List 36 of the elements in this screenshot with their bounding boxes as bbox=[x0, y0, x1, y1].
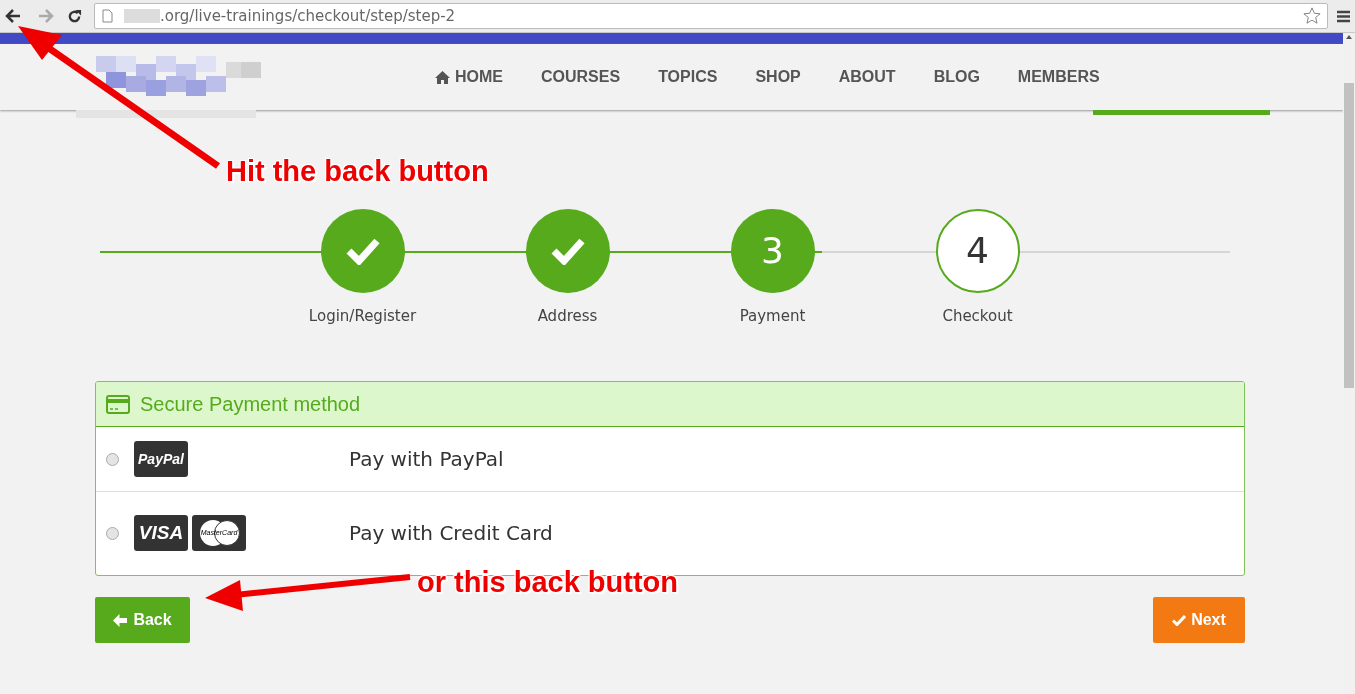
card-logo: PayPal bbox=[134, 441, 188, 477]
blurred-domain bbox=[124, 9, 160, 23]
address-bar[interactable]: .org/live-trainings/checkout/step/step-2 bbox=[94, 3, 1328, 29]
nav-link[interactable]: BLOG bbox=[933, 65, 980, 89]
annotation-text: or this back button bbox=[417, 565, 678, 600]
step-label: Address bbox=[537, 306, 598, 327]
forward-icon[interactable] bbox=[38, 9, 54, 23]
step-label: Login/Register bbox=[308, 306, 417, 327]
step-label: Payment bbox=[739, 306, 806, 327]
check-icon bbox=[1172, 614, 1187, 626]
url-text: .org/live-trainings/checkout/step/step-2 bbox=[160, 8, 456, 24]
nav-link[interactable]: MEMBERS bbox=[1017, 65, 1100, 89]
menu-icon[interactable] bbox=[1337, 9, 1350, 23]
arrow-left-icon bbox=[113, 613, 128, 627]
radio-button[interactable] bbox=[106, 452, 119, 466]
option-label[interactable]: Pay with PayPal bbox=[349, 444, 504, 474]
back-icon[interactable] bbox=[5, 9, 21, 23]
nav-link[interactable]: COURSES bbox=[541, 65, 621, 89]
page-icon bbox=[102, 9, 113, 23]
star-icon[interactable] bbox=[1303, 7, 1321, 25]
panel-title: Secure Payment method bbox=[140, 392, 361, 417]
annotation-text: Hit the back button bbox=[226, 154, 489, 189]
radio-button[interactable] bbox=[106, 526, 119, 540]
nav-link[interactable]: TOPICS bbox=[658, 65, 718, 89]
check-icon bbox=[549, 237, 586, 265]
reload-icon[interactable] bbox=[67, 8, 82, 24]
home-icon bbox=[435, 70, 450, 84]
nav-link[interactable]: SHOP bbox=[755, 65, 801, 89]
card-logo: VISA bbox=[134, 515, 188, 551]
scrollbar-thumb[interactable] bbox=[1344, 83, 1354, 388]
step-label: Checkout bbox=[942, 306, 1013, 327]
credit-card-icon bbox=[106, 394, 130, 414]
check-icon bbox=[344, 237, 381, 265]
nav-link[interactable]: HOME bbox=[435, 65, 503, 89]
option-label[interactable]: Pay with Credit Card bbox=[349, 518, 553, 548]
nav-link[interactable]: ABOUT bbox=[838, 65, 896, 89]
